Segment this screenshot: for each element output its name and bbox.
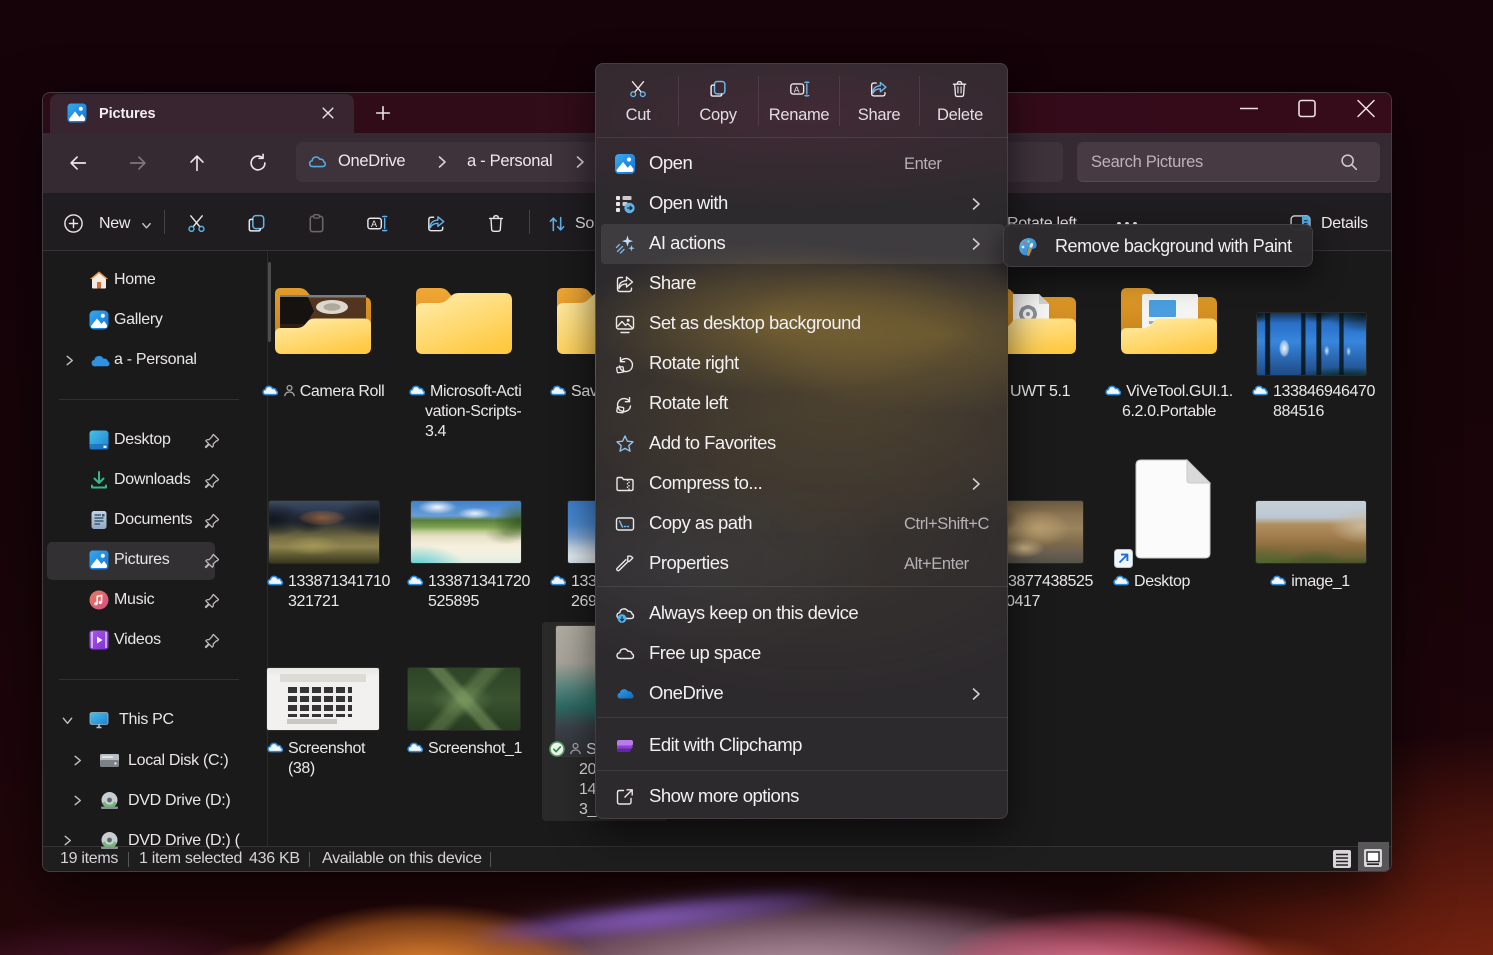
svg-text:A: A — [794, 84, 800, 94]
svg-text:A: A — [371, 219, 378, 229]
